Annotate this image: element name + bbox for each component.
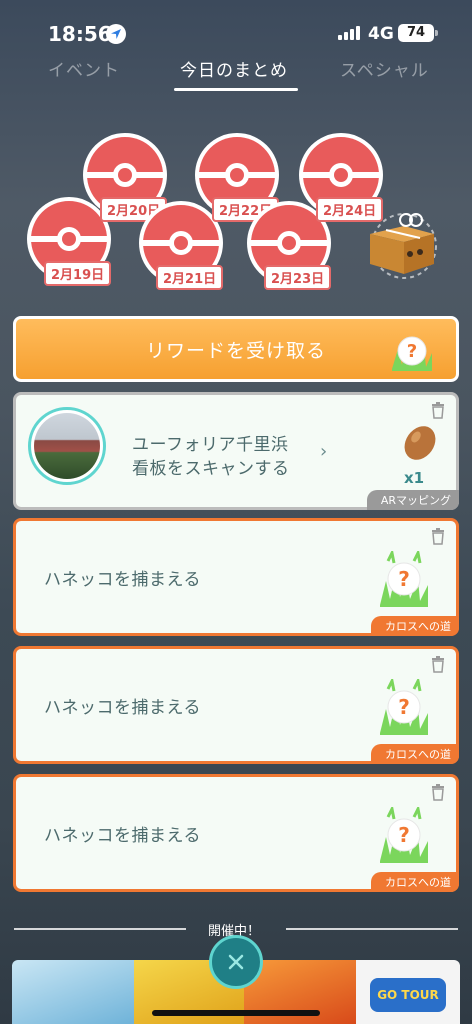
svg-text:?: ? — [398, 823, 410, 847]
status-bar: 18:56 4G 74 — [0, 0, 472, 52]
quest-card-catch[interactable]: ハネッコを捕まえる ? カロスへの道 — [13, 774, 459, 892]
quest-text: ハネッコを捕まえる — [44, 698, 201, 718]
svg-text:?: ? — [407, 341, 417, 362]
chevron-right-icon[interactable]: › — [320, 441, 327, 462]
network-type: 4G — [368, 24, 394, 44]
quest-text-line2: 看板をスキャンする — [132, 459, 290, 479]
quest-text: ハネッコを捕まえる — [44, 570, 201, 590]
stamp-date-label: 2月19日 — [44, 261, 112, 286]
divider-right — [286, 928, 458, 930]
tab-event[interactable]: イベント — [48, 56, 120, 81]
reward-count: x1 — [404, 469, 425, 487]
quest-category-tag: カロスへの道 — [371, 616, 459, 636]
poi-photo — [34, 413, 100, 479]
trash-icon[interactable] — [430, 783, 446, 801]
quest-category-tag: カロスへの道 — [371, 872, 459, 892]
home-indicator[interactable] — [152, 1010, 320, 1016]
divider-left — [14, 928, 186, 930]
close-icon — [228, 954, 244, 970]
banner-articuno-image — [12, 960, 134, 1024]
tab-special[interactable]: スペシャル — [340, 56, 429, 81]
mystery-pokemon-icon: ? — [380, 679, 428, 735]
quest-text: ユーフォリア千里浜 看板をスキャンする — [132, 433, 290, 481]
location-arrow-icon — [106, 24, 126, 44]
quest-card-ar-mapping[interactable]: ユーフォリア千里浜 看板をスキャンする › x1 ARマッピング — [13, 392, 459, 510]
claim-reward-button[interactable]: リワードを受け取る ? — [13, 316, 459, 382]
stamp-date-label: 2月23日 — [264, 265, 332, 290]
quest-category-tag: ARマッピング — [366, 490, 459, 510]
trash-icon[interactable] — [430, 527, 446, 545]
tab-bar: イベント 今日のまとめ スペシャル — [0, 52, 472, 92]
quest-text: ハネッコを捕まえる — [44, 826, 201, 846]
cellular-signal-icon — [338, 26, 360, 40]
go-tour-logo-text: GO TOUR — [370, 978, 446, 1012]
status-time: 18:56 — [48, 22, 112, 46]
claim-reward-label: リワードを受け取る — [145, 339, 326, 362]
battery-tip — [435, 30, 438, 36]
svg-text:?: ? — [398, 695, 410, 719]
poi-photo-frame — [28, 407, 106, 485]
quest-card-catch[interactable]: ハネッコを捕まえる ? カロスへの道 — [13, 646, 459, 764]
trash-icon[interactable] — [430, 401, 446, 419]
close-button[interactable] — [209, 935, 263, 989]
mystery-pokemon-icon: ? — [380, 807, 428, 863]
mystery-pokemon-icon: ? — [380, 551, 428, 607]
quest-text-line1: ユーフォリア千里浜 — [132, 435, 289, 455]
daily-stamps: 2月19日 2月20日 2月21日 2月22日 2月23日 2月24日 — [0, 120, 472, 310]
active-tab-indicator — [174, 88, 298, 91]
tab-today-summary[interactable]: 今日のまとめ — [180, 56, 288, 81]
svg-text:?: ? — [398, 567, 410, 591]
gift-box-icon[interactable] — [364, 208, 440, 280]
battery-icon: 74 — [398, 24, 434, 42]
trash-icon[interactable] — [430, 655, 446, 673]
stamp-date-label: 2月21日 — [156, 265, 224, 290]
nanab-berry-reward-icon — [404, 426, 436, 460]
mystery-reward-icon: ? — [392, 336, 432, 371]
go-tour-logo: GO TOUR — [356, 960, 460, 1024]
quest-card-catch[interactable]: ハネッコを捕まえる ? カロスへの道 — [13, 518, 459, 636]
stamp-day-6: 2月24日 — [298, 132, 384, 222]
quest-category-tag: カロスへの道 — [371, 744, 459, 764]
